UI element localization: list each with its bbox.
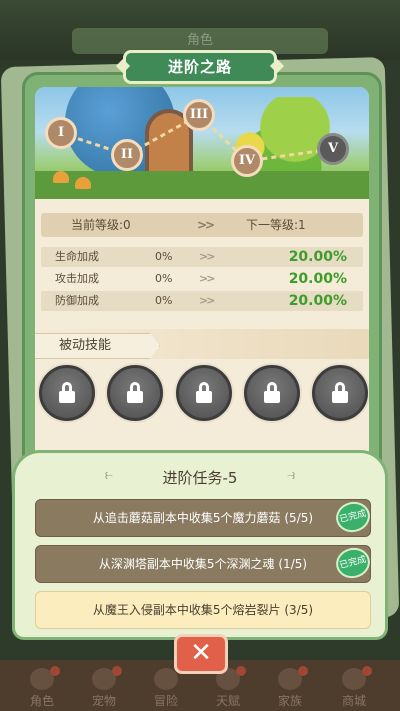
- close-icon: ✕: [190, 638, 212, 668]
- ornament-right-icon: ⥽: [287, 467, 295, 483]
- skill-slot[interactable]: [176, 365, 232, 421]
- passive-skill-slots: [35, 365, 369, 427]
- double-chevron-icon: >>: [199, 250, 216, 263]
- nav-label: 家族: [277, 694, 302, 708]
- lock-icon: [264, 382, 280, 403]
- notification-badge: [50, 666, 60, 676]
- level-node-1[interactable]: I: [45, 117, 77, 149]
- completed-stamp-icon: 已完成: [332, 498, 374, 536]
- next-level: 下一等级:1: [246, 213, 306, 237]
- advancement-tasks: ⥼ 进阶任务-5 ⥽ 从追击蘑菇副本中收集5个魔力蘑菇 (5/5) 已完成 从深…: [12, 450, 388, 640]
- next-level-value: 1: [298, 218, 306, 232]
- advancement-path-scene: I II III IV V: [35, 87, 369, 199]
- skill-slot[interactable]: [39, 365, 95, 421]
- current-level-label: 当前等级:: [71, 218, 124, 232]
- task-text: 从深渊塔副本中收集5个深渊之魂 (1/5): [98, 557, 308, 571]
- notification-badge: [298, 666, 308, 676]
- task-text: 从追击蘑菇副本中收集5个魔力蘑菇 (5/5): [92, 511, 314, 525]
- task-text: 从魔王入侵副本中收集5个熔岩裂片 (3/5): [92, 603, 314, 617]
- close-button[interactable]: ✕: [174, 634, 228, 674]
- stat-next: 20.00%: [288, 293, 347, 309]
- task-item[interactable]: 从深渊塔副本中收集5个深渊之魂 (1/5) 已完成: [35, 544, 374, 583]
- adventure-icon: [154, 668, 178, 690]
- level-node-2[interactable]: II: [111, 139, 143, 171]
- nav-guild[interactable]: 家族: [262, 660, 318, 711]
- skill-slot[interactable]: [244, 365, 300, 421]
- stat-current: 0%: [155, 250, 173, 263]
- nav-label: 角色: [29, 694, 54, 708]
- node-label: III: [189, 107, 209, 122]
- stat-row-hp: 生命加成 0% >> 20.00%: [41, 247, 363, 267]
- passive-skills-header: 被动技能: [35, 329, 369, 359]
- double-chevron-icon: >>: [199, 272, 216, 285]
- notification-badge: [236, 666, 246, 676]
- lock-icon: [332, 382, 348, 403]
- nav-character[interactable]: 角色: [14, 660, 70, 711]
- lock-icon: [59, 382, 75, 403]
- dialog-title: 进阶之路: [123, 50, 277, 84]
- task-item[interactable]: 从追击蘑菇副本中收集5个魔力蘑菇 (5/5) 已完成: [35, 498, 374, 537]
- nav-label: 宠物: [91, 694, 116, 708]
- nav-label: 天赋: [215, 694, 240, 708]
- double-chevron-icon: >>: [199, 294, 216, 307]
- passive-skills-label: 被动技能: [35, 333, 160, 359]
- node-label: V: [327, 141, 339, 156]
- notification-badge: [362, 666, 372, 676]
- nav-shop[interactable]: 商城: [326, 660, 382, 711]
- stat-row-attack: 攻击加成 0% >> 20.00%: [41, 269, 363, 289]
- current-level-value: 0: [123, 218, 131, 232]
- skill-slot[interactable]: [107, 365, 163, 421]
- double-chevron-icon: >>: [197, 218, 215, 232]
- lock-icon: [196, 382, 212, 403]
- stat-label: 攻击加成: [55, 272, 99, 285]
- nav-label: 商城: [341, 694, 366, 708]
- stat-next: 20.00%: [288, 271, 347, 287]
- completed-stamp-icon: 已完成: [332, 544, 374, 582]
- stat-label: 生命加成: [55, 250, 99, 263]
- task-item[interactable]: 从魔王入侵副本中收集5个熔岩裂片 (3/5): [35, 591, 371, 629]
- stat-current: 0%: [155, 272, 173, 285]
- nav-label: 冒险: [153, 694, 178, 708]
- stat-label: 防御加成: [55, 294, 99, 307]
- node-label: I: [57, 125, 65, 140]
- node-label: IV: [238, 153, 256, 168]
- level-node-4[interactable]: IV: [231, 145, 263, 177]
- stat-next: 20.00%: [288, 249, 347, 265]
- lock-icon: [127, 382, 143, 403]
- level-node-5[interactable]: V: [317, 133, 349, 165]
- level-summary: 当前等级:0 >> 下一等级:1: [41, 213, 363, 237]
- current-level: 当前等级:0: [71, 213, 131, 237]
- next-level-label: 下一等级:: [246, 218, 299, 232]
- node-label: II: [120, 147, 134, 162]
- level-node-3[interactable]: III: [183, 99, 215, 131]
- tasks-title: 进阶任务-5: [162, 469, 238, 487]
- notification-badge: [112, 666, 122, 676]
- nav-pet[interactable]: 宠物: [76, 660, 132, 711]
- stat-row-defense: 防御加成 0% >> 20.00%: [41, 291, 363, 311]
- skill-slot[interactable]: [312, 365, 368, 421]
- stat-current: 0%: [155, 294, 173, 307]
